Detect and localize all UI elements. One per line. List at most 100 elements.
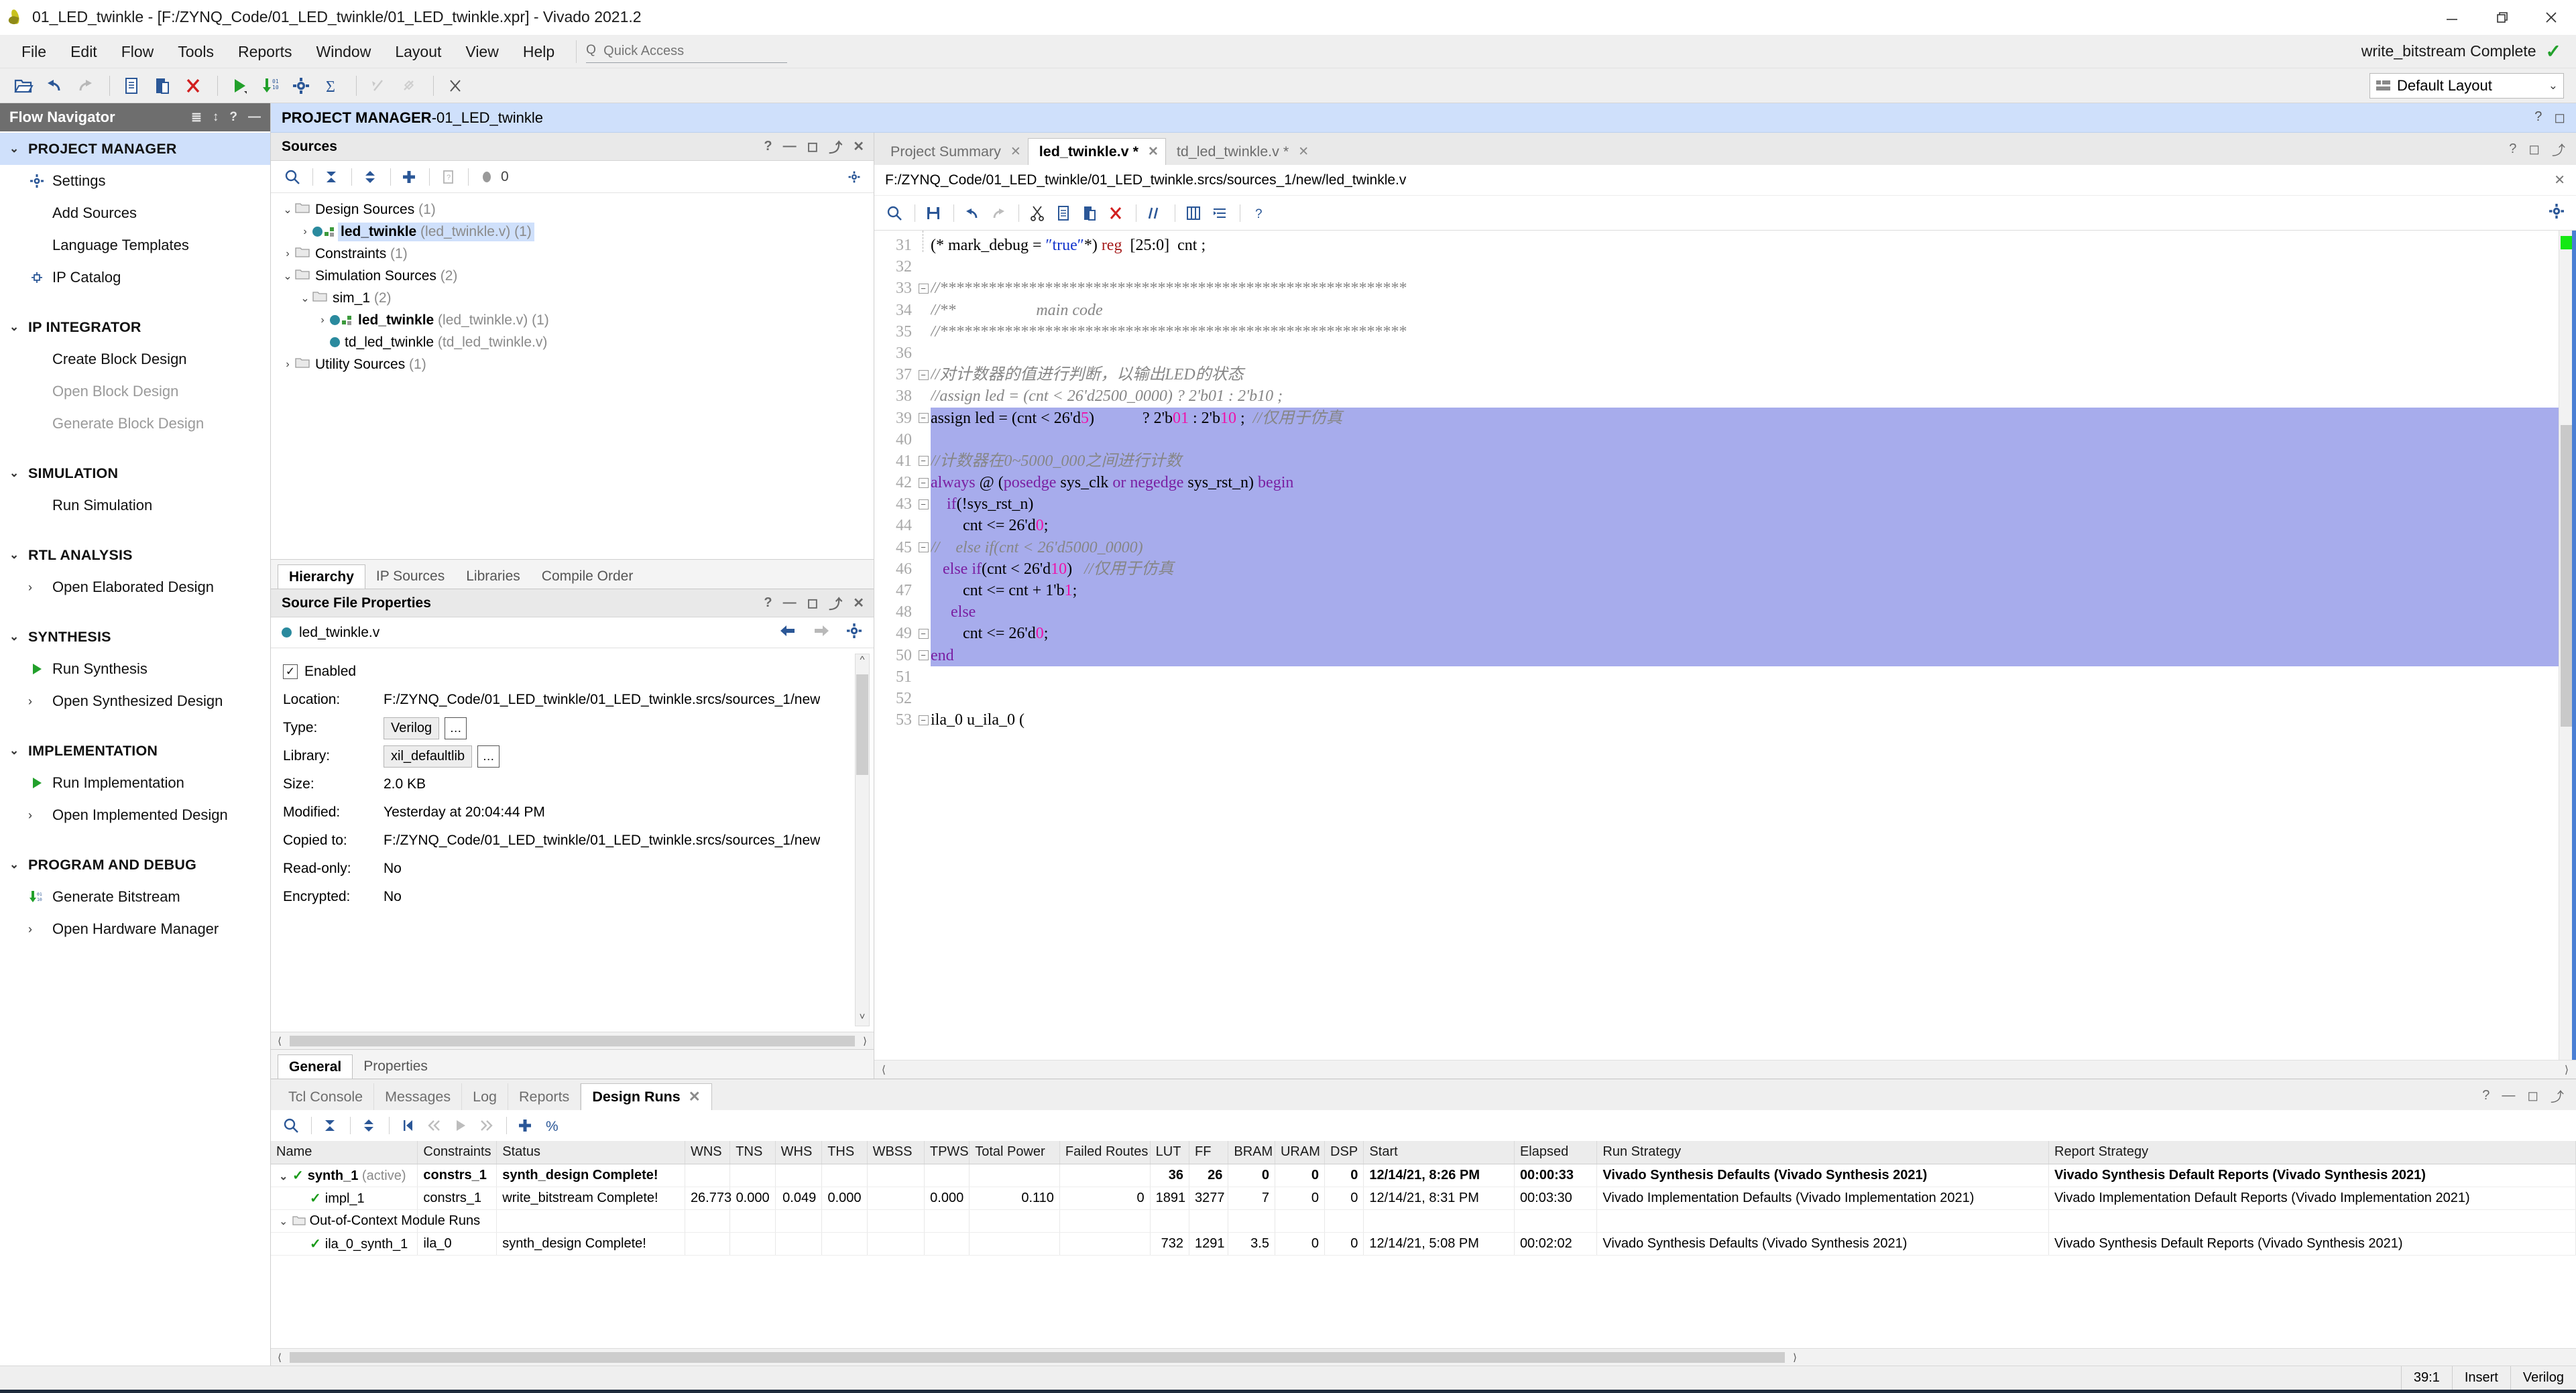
close-icon[interactable]: ✕: [1010, 144, 1021, 160]
twisty-icon[interactable]: ⌄: [298, 292, 312, 305]
menu-edit[interactable]: Edit: [58, 35, 109, 68]
maximize-icon[interactable]: ◻: [807, 138, 819, 155]
float-icon[interactable]: ⤴: [2551, 1086, 2564, 1105]
comment-icon[interactable]: [1143, 201, 1167, 225]
add-icon[interactable]: [513, 1113, 537, 1138]
run-name-cell[interactable]: ✓ impl_1: [271, 1187, 418, 1210]
code-line[interactable]: //**************************************…: [931, 278, 2559, 299]
menu-window[interactable]: Window: [304, 35, 384, 68]
close-icon[interactable]: ✕: [853, 595, 864, 611]
settings-icon[interactable]: [287, 72, 315, 100]
bottom-tab-reports[interactable]: Reports: [508, 1083, 581, 1110]
fold-collapse-icon[interactable]: −: [918, 715, 929, 725]
scroll-left-icon[interactable]: ⟨: [877, 1063, 890, 1077]
maximize-icon[interactable]: ◻: [807, 595, 819, 611]
twisty-icon[interactable]: ›: [298, 226, 312, 238]
properties-hscrollbar[interactable]: ⟨ ⟩: [271, 1032, 874, 1049]
flow-item-language-templates[interactable]: Language Templates: [0, 229, 270, 261]
tab-hierarchy[interactable]: Hierarchy: [278, 564, 365, 589]
help-icon[interactable]: ?: [229, 110, 237, 125]
twisty-icon[interactable]: ›: [280, 359, 295, 371]
fold-marker[interactable]: −: [916, 364, 931, 385]
table-row[interactable]: ✓ ila_0_synth_1 ila_0 synth_design Complete…: [271, 1232, 2576, 1256]
code-line[interactable]: [931, 688, 2559, 709]
expand-all-icon[interactable]: [358, 165, 382, 189]
fold-marker[interactable]: −: [916, 472, 931, 493]
code-line[interactable]: cnt <= 26'd0;: [931, 515, 2559, 537]
column-header[interactable]: Failed Routes: [1059, 1141, 1151, 1164]
code-line[interactable]: else: [931, 601, 2559, 623]
layout-selector[interactable]: Default Layout ⌄: [2369, 72, 2564, 99]
delete-icon[interactable]: [179, 72, 207, 100]
code-fold-column[interactable]: − − − − − − − − − −: [916, 231, 931, 1060]
menu-view[interactable]: View: [453, 35, 510, 68]
tab-libraries[interactable]: Libraries: [455, 564, 531, 589]
code-line[interactable]: [931, 256, 2559, 278]
run-name-cell[interactable]: ⌄ ✓ synth_1 (active): [271, 1164, 418, 1187]
column-header[interactable]: Report Strategy: [2048, 1141, 2576, 1164]
flow-item-generate-block-design[interactable]: Generate Block Design: [0, 408, 270, 440]
flow-section-simulation[interactable]: ⌄ SIMULATION: [0, 457, 270, 489]
help-icon[interactable]: ?: [1246, 201, 1271, 225]
property-value-field[interactable]: xil_defaultlib: [384, 745, 473, 768]
design-runs-hscrollbar[interactable]: ⟨ ⟩: [271, 1348, 2576, 1366]
gear-icon[interactable]: [847, 165, 872, 189]
code-line[interactable]: always @ (posedge sys_clk or negedge sys…: [931, 472, 2559, 494]
minimize-icon[interactable]: —: [248, 110, 261, 125]
scroll-up-icon[interactable]: ^: [856, 654, 869, 669]
flow-item-ip-catalog[interactable]: IP Catalog: [0, 261, 270, 294]
code-line[interactable]: //** main code: [931, 300, 2559, 321]
help-icon[interactable]: ?: [2534, 109, 2542, 126]
fold-collapse-icon[interactable]: −: [918, 628, 929, 639]
code-line[interactable]: if(!sys_rst_n): [931, 493, 2559, 516]
bottom-tab-design-runs[interactable]: Design Runs ✕: [581, 1083, 712, 1110]
expand-collapse-icon[interactable]: ↕: [213, 110, 219, 125]
code-line[interactable]: (* mark_debug = ″true″*) reg [25:0] cnt …: [931, 235, 2559, 256]
design-runs-table-container[interactable]: Name Constraints Status WNS TNS WHS THS WBSS TPW…: [271, 1141, 2576, 1348]
flow-section-project-manager[interactable]: ⌄ PROJECT MANAGER: [0, 133, 270, 165]
tree-item[interactable]: › Constraints (1): [271, 243, 874, 265]
code-line[interactable]: //计数器在0~5000_000之间进行计数: [931, 450, 2559, 473]
bottom-tab-tcl-console[interactable]: Tcl Console: [278, 1083, 375, 1110]
flow-section-rtl-analysis[interactable]: ⌄ RTL ANALYSIS: [0, 539, 270, 571]
column-header[interactable]: URAM: [1275, 1141, 1326, 1164]
maximize-icon[interactable]: ◻: [2527, 1087, 2538, 1104]
paste-icon[interactable]: [148, 72, 176, 100]
editor-horizontal-scrollbar[interactable]: ⟨ ⟩: [874, 1060, 2576, 1079]
code-line[interactable]: else if(cnt < 26'd10) //仅用于仿真: [931, 558, 2559, 580]
collapse-all-icon[interactable]: ≣: [191, 110, 202, 125]
column-header[interactable]: Run Strategy: [1596, 1141, 2049, 1164]
run-name-cell[interactable]: ⌄ Out-of-Context Module Runs: [271, 1209, 480, 1233]
flow-item-settings[interactable]: Settings: [0, 165, 270, 197]
scroll-thumb[interactable]: [856, 674, 868, 775]
float-icon[interactable]: ⤴: [829, 593, 842, 613]
fold-marker[interactable]: −: [916, 450, 931, 472]
fold-marker[interactable]: −: [916, 493, 931, 515]
column-header[interactable]: Start: [1363, 1141, 1515, 1164]
table-row[interactable]: ⌄ Out-of-Context Module Runs: [271, 1209, 2576, 1233]
flow-item-open-synthesized-design[interactable]: › Open Synthesized Design: [0, 685, 270, 717]
flow-item-create-block-design[interactable]: Create Block Design: [0, 343, 270, 375]
fold-marker[interactable]: −: [916, 623, 931, 644]
flow-item-open-implemented-design[interactable]: › Open Implemented Design: [0, 799, 270, 831]
tab-properties[interactable]: Properties: [353, 1054, 438, 1079]
code-line[interactable]: //对计数器的值进行判断，以输出LED的状态: [931, 364, 2559, 385]
fold-marker[interactable]: −: [916, 645, 931, 666]
column-header[interactable]: BRAM: [1228, 1141, 1275, 1164]
flow-item-open-block-design[interactable]: Open Block Design: [0, 375, 270, 408]
fold-collapse-icon[interactable]: −: [918, 650, 929, 661]
flow-item-run-implementation[interactable]: Run Implementation: [0, 767, 270, 799]
back-arrow-icon[interactable]: [778, 623, 797, 642]
table-row[interactable]: ✓ impl_1 constrs_1 write_bitstream Complete…: [271, 1187, 2576, 1210]
code-line[interactable]: end: [931, 644, 2559, 666]
close-icon[interactable]: ✕: [1148, 144, 1159, 160]
menu-layout[interactable]: Layout: [383, 35, 453, 68]
tree-item[interactable]: ⌄ sim_1 (2): [271, 287, 874, 309]
column-header[interactable]: TPWS: [924, 1141, 970, 1164]
help-icon[interactable]: ?: [2509, 141, 2516, 157]
tree-item[interactable]: td_led_twinkle (td_led_twinkle.v): [271, 331, 874, 353]
flow-item-run-simulation[interactable]: Run Simulation: [0, 489, 270, 522]
close-icon[interactable]: ✕: [853, 138, 864, 155]
twisty-icon[interactable]: ⌄: [280, 203, 295, 217]
code-line[interactable]: cnt <= 26'd0;: [931, 623, 2559, 645]
